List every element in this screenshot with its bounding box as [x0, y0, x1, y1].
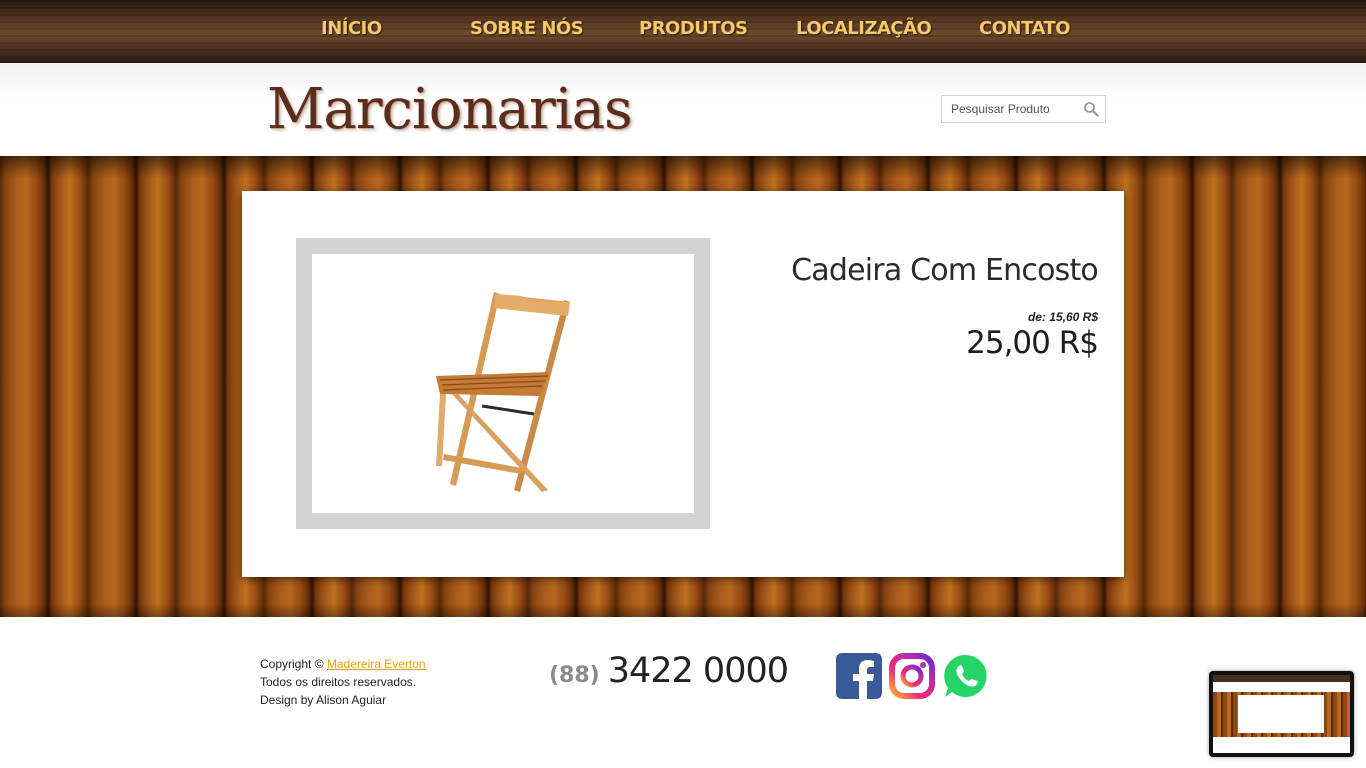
nav-item-produtos[interactable]: PRODUTOS [639, 18, 748, 39]
company-link[interactable]: Madereira Everton [327, 657, 426, 671]
chair-illustration [436, 292, 570, 492]
product-title: Cadeira Com Encosto [791, 253, 1099, 288]
instagram-icon[interactable] [889, 653, 935, 699]
screenshot-thumbnail[interactable] [1209, 671, 1354, 757]
site-logo[interactable]: Marcionarias [267, 75, 633, 145]
copyright-block: Copyright © Madereira Everton Todos os d… [260, 655, 426, 709]
nav-item-sobre-nos[interactable]: SOBRE NÓS [470, 18, 584, 39]
nav-item-contato[interactable]: CONTATO [979, 18, 1071, 39]
phone-number: (88) 3422 0000 [549, 651, 789, 691]
search-input[interactable] [951, 97, 1087, 121]
phone-area-code: (88) [549, 663, 600, 688]
nav-item-inicio[interactable]: INÍCIO [321, 18, 382, 39]
nav-item-localizacao[interactable]: LOCALIZAÇÃO [796, 18, 932, 39]
product-old-price: de: 15,60 R$ [1027, 310, 1098, 324]
search-icon[interactable] [1083, 101, 1099, 117]
phone-digits: 3422 0000 [607, 651, 789, 691]
product-image[interactable] [312, 254, 694, 513]
whatsapp-icon[interactable] [943, 653, 989, 699]
search-box [941, 95, 1106, 123]
top-navigation: INÍCIO SOBRE NÓS PRODUTOS LOCALIZAÇÃO CO… [0, 0, 1366, 63]
product-price: 25,00 R$ [966, 325, 1099, 361]
design-credit: Design by Alison Aguiar [260, 693, 387, 707]
copyright-prefix: Copyright © [260, 657, 324, 671]
product-card: Cadeira Com Encosto de: 15,60 R$ 25,00 R… [242, 191, 1124, 577]
product-image-frame [296, 238, 710, 529]
facebook-icon[interactable] [836, 653, 882, 699]
site-footer: Copyright © Madereira Everton Todos os d… [0, 617, 1366, 768]
thumbnail-preview [1213, 675, 1350, 753]
wood-background: Cadeira Com Encosto de: 15,60 R$ 25,00 R… [0, 156, 1366, 617]
rights-text: Todos os direitos reservados. [260, 675, 417, 689]
site-header: Marcionarias [0, 63, 1366, 156]
